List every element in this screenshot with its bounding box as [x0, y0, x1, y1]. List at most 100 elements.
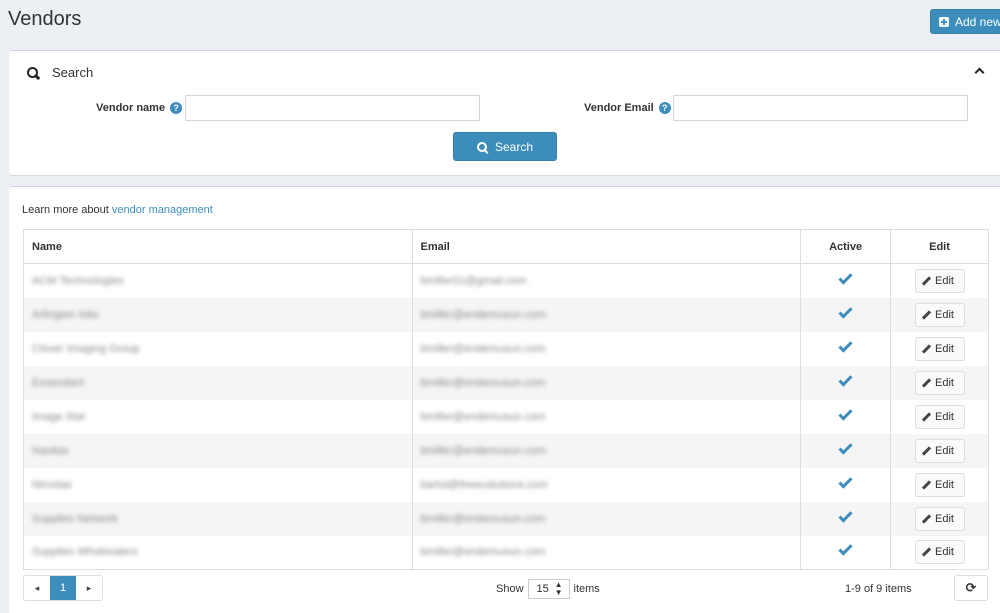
vendor-name-cell: Supplies Wholesalers: [23, 535, 413, 570]
edit-button[interactable]: Edit: [914, 302, 965, 327]
active-cell: [800, 263, 892, 298]
vendor-email: bmiller@endemusun.com: [420, 444, 546, 457]
vendor-email: bartol@theeuslutions.com: [420, 478, 548, 491]
check-icon: [838, 439, 853, 455]
vendor-name-cell: ACM Technologies: [23, 263, 413, 298]
vendor-email-label-text: Vendor Email: [584, 102, 654, 114]
edit-button[interactable]: Edit: [914, 370, 965, 395]
pagination: ◂ 1 ▸: [23, 575, 103, 601]
edit-button[interactable]: Edit: [914, 268, 965, 293]
edit-cell: Edit: [890, 263, 989, 298]
page-size-select[interactable]: 15 ▲ ▼: [527, 579, 570, 599]
check-icon: [838, 303, 853, 319]
pencil-icon: [921, 445, 932, 456]
edit-cell: Edit: [890, 501, 989, 536]
active-cell: [800, 535, 892, 570]
items-label: items: [573, 583, 600, 595]
edit-label: Edit: [935, 376, 954, 389]
search-button-label: Search: [494, 139, 534, 154]
active-cell: [800, 399, 892, 434]
search-button[interactable]: Search: [453, 132, 557, 161]
vendor-name: Nirvolas: [32, 478, 72, 491]
edit-button[interactable]: Edit: [914, 438, 965, 463]
vendor-name: Arlington Inks: [32, 308, 99, 321]
check-icon: [838, 337, 853, 353]
pencil-icon: [921, 513, 932, 524]
page-size-value: 15: [536, 583, 549, 595]
next-page-button[interactable]: ▸: [76, 576, 102, 600]
active-cell: [800, 331, 892, 366]
active-cell: [800, 501, 892, 536]
page-size-control: Show 15 ▲ ▼ items: [496, 579, 600, 599]
edit-cell: Edit: [890, 467, 989, 502]
refresh-button[interactable]: ⟳: [954, 575, 988, 601]
table-row: Essendant bmiller@endemusun.com Edit: [23, 365, 989, 400]
vendor-email-cell: bartol@theeuslutions.com: [411, 467, 802, 502]
page-1-button[interactable]: 1: [50, 576, 76, 600]
vendor-name-cell: Essendant: [23, 365, 413, 400]
edit-button[interactable]: Edit: [914, 540, 965, 565]
vendor-email-input[interactable]: [673, 95, 968, 121]
edit-button[interactable]: Edit: [914, 472, 965, 497]
refresh-icon: ⟳: [965, 580, 977, 595]
edit-button[interactable]: Edit: [914, 336, 965, 361]
check-icon: [838, 507, 853, 523]
vendor-email: bmiller@endemusun.com: [420, 512, 546, 525]
search-icon: [27, 67, 38, 78]
vendor-name-label-text: Vendor name: [96, 102, 166, 114]
vendor-email-cell: bmiller@endemusun.com: [411, 399, 802, 434]
edit-cell: Edit: [890, 433, 989, 468]
pencil-icon: [921, 377, 932, 388]
pencil-icon: [921, 547, 932, 557]
vendor-name: Image Star: [32, 410, 86, 423]
check-icon: [838, 405, 853, 421]
vendor-email-cell: bmiller@endemusun.com: [411, 365, 802, 400]
edit-cell: Edit: [890, 365, 989, 400]
vendor-email: bmiller@endemusun.com: [420, 410, 546, 423]
vendor-name: ACM Technologies: [32, 274, 124, 287]
vendor-email: bmiller@endemusun.com: [420, 376, 546, 389]
pencil-icon: [921, 343, 932, 354]
help-icon[interactable]: ?: [170, 102, 183, 114]
search-panel-title: Search: [52, 65, 94, 80]
vendors-table: Name Email Active Edit ACM Technologies b…: [23, 229, 989, 570]
range-info: 1-9 of 9 items: [845, 583, 912, 595]
column-header-name[interactable]: Name: [23, 229, 413, 264]
table-row: Supplies Wholesalers bmiller@endemusun.co…: [23, 535, 989, 570]
add-new-button[interactable]: Add new: [930, 9, 1000, 34]
vendor-name: Navitas: [32, 444, 69, 457]
vendor-name-cell: Nirvolas: [23, 467, 413, 502]
search-icon: [476, 141, 487, 152]
vendor-email-label: Vendor Email ?: [584, 102, 671, 114]
pencil-icon: [921, 309, 932, 320]
edit-button[interactable]: Edit: [914, 404, 965, 429]
edit-button[interactable]: Edit: [914, 506, 965, 531]
vendor-name-label: Vendor name ?: [96, 102, 183, 114]
edit-label: Edit: [935, 308, 954, 321]
chevron-up-icon[interactable]: [974, 66, 984, 76]
vendor-email: bmiller@endemusun.com: [420, 546, 546, 559]
search-panel-header[interactable]: Search: [27, 65, 93, 80]
vendor-email-cell: bmiller01@gmail.com: [411, 263, 802, 298]
check-icon: [838, 541, 853, 556]
column-header-active[interactable]: Active: [800, 229, 892, 264]
vendor-name: Clover Imaging Group: [32, 342, 140, 355]
table-row: Clover Imaging Group bmiller@endemusun.co…: [23, 331, 989, 366]
table-row: ACM Technologies bmiller01@gmail.com Edit: [23, 263, 989, 298]
active-cell: [800, 467, 892, 502]
table-row: Image Star bmiller@endemusun.com Edit: [23, 399, 989, 434]
column-header-email[interactable]: Email: [411, 229, 802, 264]
vendor-email-cell: bmiller@endemusun.com: [411, 331, 802, 366]
vendor-email-cell: bmiller@endemusun.com: [411, 297, 802, 332]
table-header-row: Name Email Active Edit: [23, 229, 989, 264]
vendor-name-input[interactable]: [185, 95, 480, 121]
edit-label: Edit: [935, 478, 954, 491]
vendor-name-cell: Supplies Network: [23, 501, 413, 536]
vendors-table-body: ACM Technologies bmiller01@gmail.com Edit A…: [23, 263, 989, 570]
edit-cell: Edit: [890, 297, 989, 332]
edit-cell: Edit: [890, 331, 989, 366]
prev-page-button[interactable]: ◂: [24, 576, 50, 600]
vendor-management-link[interactable]: vendor management: [112, 204, 213, 216]
vendor-name: Supplies Wholesalers: [32, 546, 138, 559]
help-icon[interactable]: ?: [658, 102, 671, 114]
